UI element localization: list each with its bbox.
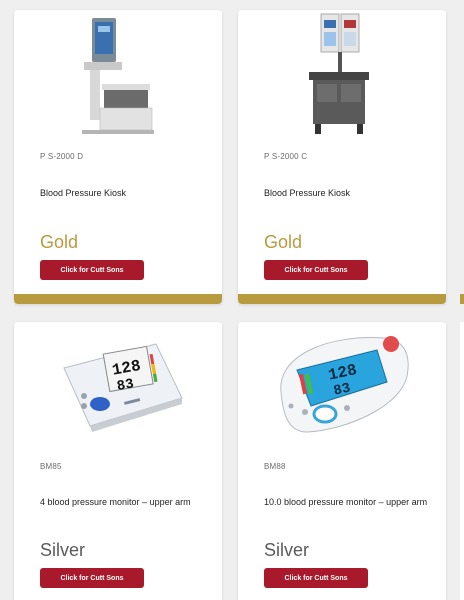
gold-tier-band [238,294,446,304]
product-code: P S-2000 D [40,152,84,161]
product-title: 4 blood pressure monitor – upper arm [40,497,191,507]
product-title: Blood Pressure Kiosk [40,188,127,198]
click-for-sons-button[interactable]: Click for Cutt Sons [40,568,144,588]
blood-pressure-monitor-image: 128 83 [14,328,222,438]
svg-text:83: 83 [116,376,135,395]
product-code: P S-2000 C [264,152,308,161]
next-card-gold-band [460,294,464,304]
product-card: P S-2000 C Blood Pressure Kiosk Gold Cli… [238,10,446,304]
click-for-sons-button[interactable]: Click for Cutt Sons [264,568,368,588]
product-title: Blood Pressure Kiosk [264,188,351,198]
kiosk-image [238,12,446,140]
next-card-edge [460,322,464,600]
tier-label: Gold [264,232,303,252]
gold-tier-band [14,294,222,304]
product-title: 10.0 blood pressure monitor – upper arm [264,497,428,507]
svg-text:83: 83 [332,381,352,400]
blood-pressure-monitor-image: 128 83 [238,326,446,436]
click-for-sons-button[interactable]: Click for Cutt Sons [264,260,368,280]
tier-label: Silver [40,540,86,560]
product-card: 128 83 BM88 10.0 blood pressure monitor … [238,322,446,600]
click-for-sons-button[interactable]: Click for Cutt Sons [40,260,144,280]
tier-label: Silver [264,540,310,560]
product-card: P S-2000 D Blood Pressure Kiosk Gold Cli… [14,10,222,304]
product-code: BM85 [40,462,62,471]
kiosk-image [14,14,222,144]
product-card: 128 83 BM85 4 blood pressure monitor – u… [14,322,222,600]
tier-label: Gold [40,232,79,252]
product-code: BM88 [264,462,286,471]
